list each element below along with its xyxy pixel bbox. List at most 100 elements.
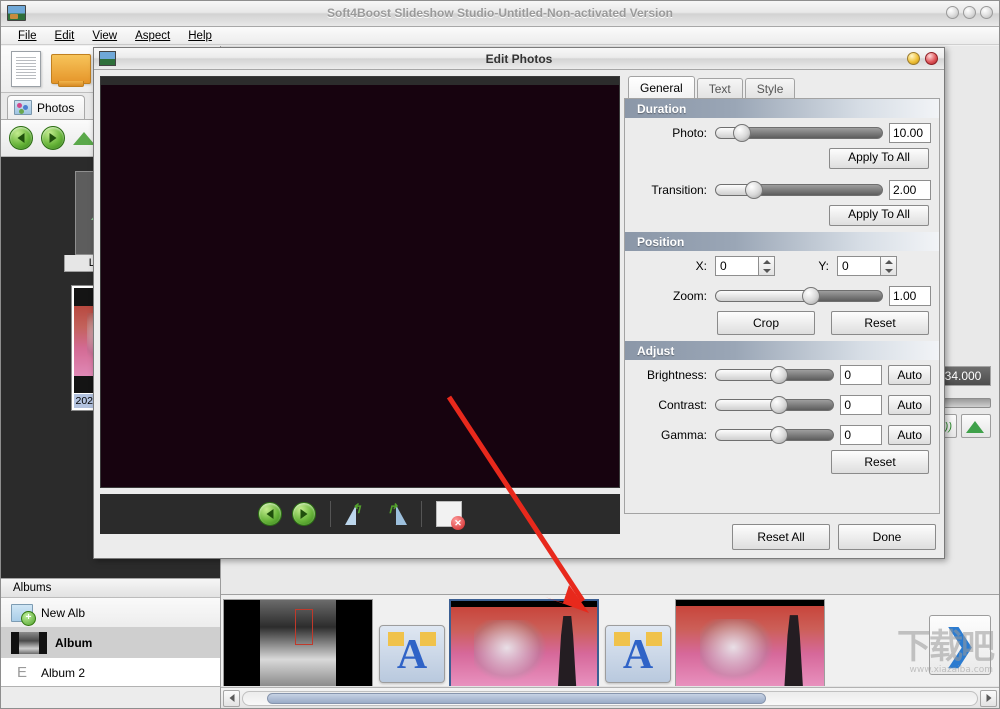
menu-help-label: Help bbox=[188, 30, 212, 42]
slide-thumbnail-2 bbox=[449, 599, 599, 686]
menubar: File Edit View Aspect Help bbox=[1, 27, 999, 45]
level-icon[interactable] bbox=[961, 414, 991, 438]
position-y-down-icon[interactable] bbox=[881, 266, 896, 275]
filmstrip-transition-2[interactable]: A bbox=[605, 625, 671, 683]
contrast-slider[interactable] bbox=[715, 398, 834, 412]
edit-photos-dialog: Edit Photos ↰ ↱ bbox=[93, 47, 945, 559]
crop-button[interactable]: Crop bbox=[717, 311, 815, 335]
filmstrip-slide-2[interactable]: 2020-12-10_152156-迅捷PDF转?.. bbox=[449, 599, 599, 686]
position-y-up-icon[interactable] bbox=[881, 257, 896, 266]
albums-header: Albums bbox=[1, 578, 220, 598]
transition-duration-row: Transition: 2.00 bbox=[625, 175, 939, 205]
dialog-close-icon[interactable] bbox=[925, 52, 938, 65]
transition-duration-value[interactable]: 2.00 bbox=[889, 180, 931, 200]
rotate-left-icon[interactable] bbox=[258, 502, 282, 526]
left-bottom-filler bbox=[1, 686, 221, 708]
photo-duration-slider[interactable] bbox=[715, 126, 883, 140]
contrast-value[interactable]: 0 bbox=[840, 395, 882, 415]
position-reset-button[interactable]: Reset bbox=[831, 311, 929, 335]
minimize-icon[interactable] bbox=[946, 6, 959, 19]
close-icon[interactable] bbox=[980, 6, 993, 19]
album-thumbnail-icon bbox=[11, 632, 47, 654]
album-list-item-2[interactable]: E Album 2 bbox=[1, 658, 220, 688]
photo-apply-to-all-button[interactable]: Apply To All bbox=[829, 148, 929, 169]
position-x-value[interactable]: 0 bbox=[715, 256, 759, 276]
reset-all-button[interactable]: Reset All bbox=[732, 524, 830, 550]
maximize-icon[interactable] bbox=[963, 6, 976, 19]
folder-icon[interactable] bbox=[51, 54, 91, 84]
photo-duration-value[interactable]: 10.00 bbox=[889, 123, 931, 143]
document-icon[interactable] bbox=[11, 51, 41, 87]
transition-apply-to-all-button[interactable]: Apply To All bbox=[829, 205, 929, 226]
tab-style[interactable]: Style bbox=[745, 78, 796, 98]
position-x-stepper[interactable]: 0 bbox=[715, 256, 775, 276]
new-album-button[interactable]: New Alb bbox=[1, 598, 220, 628]
menu-help[interactable]: Help bbox=[179, 29, 221, 43]
tab-photos-label: Photos bbox=[37, 101, 74, 115]
menu-edit[interactable]: Edit bbox=[46, 29, 84, 43]
photo-duration-label: Photo: bbox=[633, 126, 715, 140]
adjust-reset-button[interactable]: Reset bbox=[831, 450, 929, 474]
gamma-value[interactable]: 0 bbox=[840, 425, 882, 445]
scroll-left-button[interactable] bbox=[223, 690, 240, 707]
tab-text[interactable]: Text bbox=[697, 78, 743, 98]
back-arrow-icon[interactable] bbox=[9, 126, 33, 150]
dialog-right-column: General Text Style Duration Photo: 10.00 bbox=[624, 76, 940, 514]
done-button[interactable]: Done bbox=[838, 524, 936, 550]
zoom-value[interactable]: 1.00 bbox=[889, 286, 931, 306]
up-arrow-icon[interactable] bbox=[73, 132, 95, 145]
tab-general[interactable]: General bbox=[628, 76, 695, 98]
scrollbar-track[interactable] bbox=[242, 691, 978, 706]
contrast-label: Contrast: bbox=[633, 398, 715, 412]
gamma-label: Gamma: bbox=[633, 428, 715, 442]
tab-photos[interactable]: Photos bbox=[7, 95, 85, 119]
brightness-slider[interactable] bbox=[715, 368, 834, 382]
menu-file-label: File bbox=[18, 30, 37, 42]
duration-section-header: Duration bbox=[625, 99, 939, 118]
flip-horizontal-icon[interactable]: ↰ bbox=[345, 503, 371, 525]
forward-arrow-icon[interactable] bbox=[41, 126, 65, 150]
filmstrip-transition-1[interactable]: A bbox=[379, 625, 445, 683]
photo-apply-row: Apply To All bbox=[625, 148, 939, 175]
flip-vertical-icon[interactable]: ↱ bbox=[381, 503, 407, 525]
gamma-slider[interactable] bbox=[715, 428, 834, 442]
tab-general-label: General bbox=[640, 81, 683, 95]
dialog-minimize-icon[interactable] bbox=[907, 52, 920, 65]
menu-file[interactable]: File bbox=[9, 29, 46, 43]
general-panel: Duration Photo: 10.00 Apply To All Trans… bbox=[624, 98, 940, 514]
zoom-slider[interactable] bbox=[715, 289, 883, 303]
position-x-down-icon[interactable] bbox=[759, 266, 774, 275]
zoom-row: Zoom: 1.00 bbox=[625, 281, 939, 311]
filmstrip-slide-1[interactable]: 0-12-10_152156-迅捷PDF?.. bbox=[223, 599, 373, 686]
contrast-auto-button[interactable]: Auto bbox=[888, 395, 931, 415]
menu-view[interactable]: View bbox=[83, 29, 126, 43]
album-list-item-1-label: Album bbox=[55, 636, 92, 650]
brightness-auto-button[interactable]: Auto bbox=[888, 365, 931, 385]
watermark-text: 下载吧 bbox=[897, 627, 993, 667]
position-y-stepper[interactable]: 0 bbox=[837, 256, 897, 276]
adjust-section-header: Adjust bbox=[625, 341, 939, 360]
position-y-value[interactable]: 0 bbox=[837, 256, 881, 276]
delete-group bbox=[422, 499, 476, 529]
delete-icon[interactable] bbox=[436, 501, 462, 527]
main-window: Soft4Boost Slideshow Studio-Untitled-Non… bbox=[0, 0, 1000, 709]
transition-duration-slider[interactable] bbox=[715, 183, 883, 197]
window-controls[interactable] bbox=[946, 6, 993, 19]
album-list-item-1[interactable]: Album bbox=[1, 628, 220, 658]
dialog-footer: Reset All Done bbox=[732, 524, 936, 550]
transition-apply-row: Apply To All bbox=[625, 205, 939, 232]
filmstrip-scrollbar[interactable] bbox=[221, 687, 999, 708]
brightness-value[interactable]: 0 bbox=[840, 365, 882, 385]
gamma-auto-button[interactable]: Auto bbox=[888, 425, 931, 445]
transition-letter-icon: A bbox=[397, 634, 427, 676]
scrollbar-thumb[interactable] bbox=[267, 693, 766, 704]
filmstrip-items: 0-12-10_152156-迅捷PDF?.. A 2020-12-10_152… bbox=[223, 599, 921, 666]
gamma-row: Gamma: 0 Auto bbox=[625, 420, 939, 450]
scroll-right-button[interactable] bbox=[980, 690, 997, 707]
menu-aspect[interactable]: Aspect bbox=[126, 29, 179, 43]
filmstrip-slide-3[interactable]: 2020-12-10_152156-迅捷PDF转?.. bbox=[675, 599, 825, 686]
zoom-label: Zoom: bbox=[633, 289, 715, 303]
menu-edit-label: Edit bbox=[55, 30, 75, 42]
rotate-right-icon[interactable] bbox=[292, 502, 316, 526]
position-x-up-icon[interactable] bbox=[759, 257, 774, 266]
